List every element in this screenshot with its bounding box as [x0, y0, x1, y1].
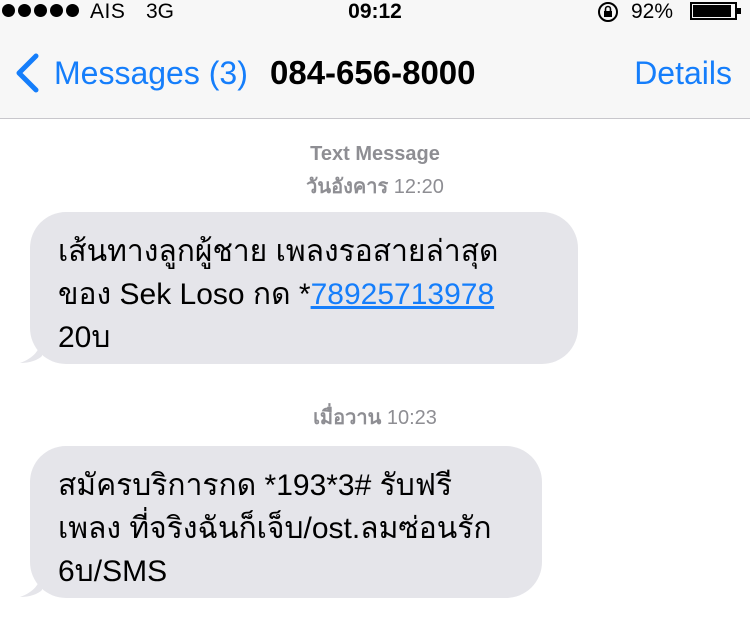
- back-button[interactable]: Messages (3): [14, 50, 248, 96]
- phone-code-link[interactable]: 78925713978: [311, 278, 495, 311]
- timestamp-day: เมื่อวาน: [313, 407, 382, 429]
- battery-icon: [690, 2, 741, 20]
- message-text-line: สมัครบริการกด *193*3# รับฟรี: [58, 469, 453, 502]
- back-button-label: Messages (3): [54, 54, 248, 91]
- timestamp-time: 10:23: [386, 407, 437, 429]
- battery-percentage: 92%: [631, 0, 674, 23]
- message-bubble[interactable]: เส้นทางลูกผู้ชาย เพลงรอสายล่าสุด ของ Sek…: [30, 212, 578, 364]
- messages-screen: AIS 3G 09:12 92% Messages (3) 084-656-80…: [0, 0, 750, 636]
- bubble-tail: [20, 572, 42, 597]
- message-text-fragment: ของ Sek Loso กด *: [58, 278, 311, 311]
- chevron-left-icon: [16, 53, 39, 93]
- details-button[interactable]: Details: [634, 50, 732, 96]
- message-text-line: 20บ: [58, 321, 111, 354]
- status-bar: AIS 3G 09:12 92%: [0, 0, 750, 24]
- timestamp-day: วันอังคาร: [306, 176, 389, 198]
- navigation-bar: Messages (3) 084-656-8000 Details: [0, 40, 750, 106]
- message-text-line: ของ Sek Loso กด *78925713978: [58, 273, 548, 316]
- message-text-line: เส้นทางลูกผู้ชาย เพลงรอสายล่าสุด: [58, 235, 499, 268]
- message-bubble[interactable]: สมัครบริการกด *193*3# รับฟรี เพลง ที่จริ…: [30, 446, 542, 598]
- conversation-title: 084-656-8000: [270, 54, 476, 91]
- message-type-label: Text Message: [310, 143, 440, 165]
- top-chrome: AIS 3G 09:12 92% Messages (3) 084-656-80…: [0, 0, 750, 119]
- rotation-lock-icon: [598, 2, 618, 22]
- message-timestamp: เมื่อวาน 10:23: [0, 401, 750, 433]
- bubble-tail: [20, 338, 42, 363]
- message-timestamp: วันอังคาร 12:20: [0, 170, 750, 202]
- message-text-line: 6บ/SMS: [58, 555, 168, 588]
- message-text-line: เพลง ที่จริงฉันก็เจ็บ/ost.ลมซ่อนรัก: [58, 512, 492, 545]
- timestamp-time: 12:20: [393, 176, 444, 198]
